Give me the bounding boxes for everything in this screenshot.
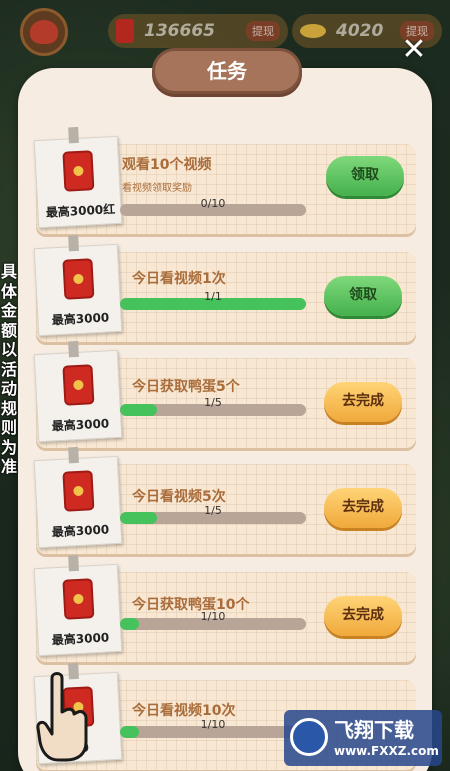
side-note-char: 以 [0, 340, 17, 359]
red-envelope-icon [62, 258, 95, 300]
reward-label: 最高3000 [51, 522, 110, 540]
task-card: 最高3000 今日看视频5次 1/5 去完成 [33, 446, 416, 554]
task-subtitle: 看视频领取奖励 [122, 183, 192, 194]
side-note-char: 为 [0, 437, 17, 457]
go-complete-button[interactable]: 去完成 [324, 382, 402, 422]
reward-label: 最高3000红 [45, 202, 116, 220]
side-note-char: 则 [0, 418, 17, 437]
reward-label: 最高3000 [51, 416, 110, 434]
tape-icon [68, 446, 79, 464]
claim-button[interactable]: 领取 [326, 156, 404, 196]
red-envelope-icon [116, 19, 134, 43]
side-note-char: 具 [0, 262, 17, 281]
red-envelope-icon [62, 150, 95, 192]
side-note-char: 活 [0, 359, 17, 379]
task-title: 观看10个视频 [122, 157, 212, 173]
task-title: 今日看视频5次 [132, 489, 226, 505]
task-title: 今日看视频10次 [132, 703, 236, 719]
side-note-char: 规 [0, 398, 17, 418]
progress-text: 1/5 [204, 396, 222, 409]
task-card: 最高3000红 观看10个视频 看视频领取奖励 0/10 领取 [33, 126, 416, 234]
task-card: 最高3000 今日获取鸭蛋5个 1/5 去完成 [33, 340, 416, 448]
cash-balance: 136665 提现 [108, 14, 288, 48]
side-note-char: 动 [0, 379, 17, 398]
side-note-char: 体 [0, 281, 17, 301]
progress-text: 0/10 [200, 197, 226, 210]
reward-label: 最高3000 [51, 310, 110, 328]
task-card: 最高3000 今日看视频1次 1/1 领取 [33, 234, 416, 342]
reward-photo: 最高3000 [33, 446, 123, 549]
red-envelope-icon [62, 578, 95, 620]
watermark-title: 飞翔下载 [334, 718, 414, 742]
pointing-hand-icon [36, 672, 88, 762]
close-icon[interactable]: ✕ [400, 35, 428, 65]
cash-value: 136665 [144, 21, 215, 41]
reward-label: 最高3000 [51, 630, 110, 648]
side-note-char: 额 [0, 320, 17, 340]
tape-icon [68, 126, 79, 144]
panel-title: 任务 [152, 48, 302, 94]
avatar[interactable] [20, 8, 68, 56]
reward-photo: 最高3000 [33, 340, 123, 443]
tape-icon [68, 554, 79, 572]
go-complete-button[interactable]: 去完成 [324, 488, 402, 528]
tape-icon [68, 234, 79, 252]
watermark-emblem-icon [290, 718, 328, 756]
task-card: 最高3000 今日获取鸭蛋10个 1/10 去完成 [33, 554, 416, 662]
gold-value: 4020 [336, 21, 384, 41]
red-envelope-icon [62, 364, 95, 406]
reward-photo: 最高3000红 [33, 126, 123, 229]
task-title: 今日看视频1次 [132, 271, 226, 287]
side-note: 具 体 金 额 以 活 动 规 则 为 准 [0, 262, 18, 477]
progress-text: 1/1 [204, 290, 222, 303]
side-note-char: 金 [0, 301, 17, 320]
progress-text: 1/5 [204, 504, 222, 517]
claim-button[interactable]: 领取 [324, 276, 402, 316]
go-complete-button[interactable]: 去完成 [324, 596, 402, 636]
watermark-url: www.FXXZ.com [334, 744, 439, 758]
duck-icon [30, 20, 58, 44]
task-title: 今日获取鸭蛋5个 [132, 379, 240, 395]
tape-icon [68, 340, 79, 358]
reward-photo: 最高3000 [33, 554, 123, 657]
side-note-char: 准 [0, 457, 17, 476]
progress-text: 1/10 [200, 610, 226, 623]
gold-ingot-icon [300, 24, 326, 38]
red-envelope-icon [62, 470, 95, 512]
reward-photo: 最高3000 [33, 234, 123, 337]
progress-text: 1/10 [200, 718, 226, 731]
cash-withdraw-button[interactable]: 提现 [246, 21, 280, 41]
watermark-logo: 飞翔下载 www.FXXZ.com [284, 710, 442, 766]
